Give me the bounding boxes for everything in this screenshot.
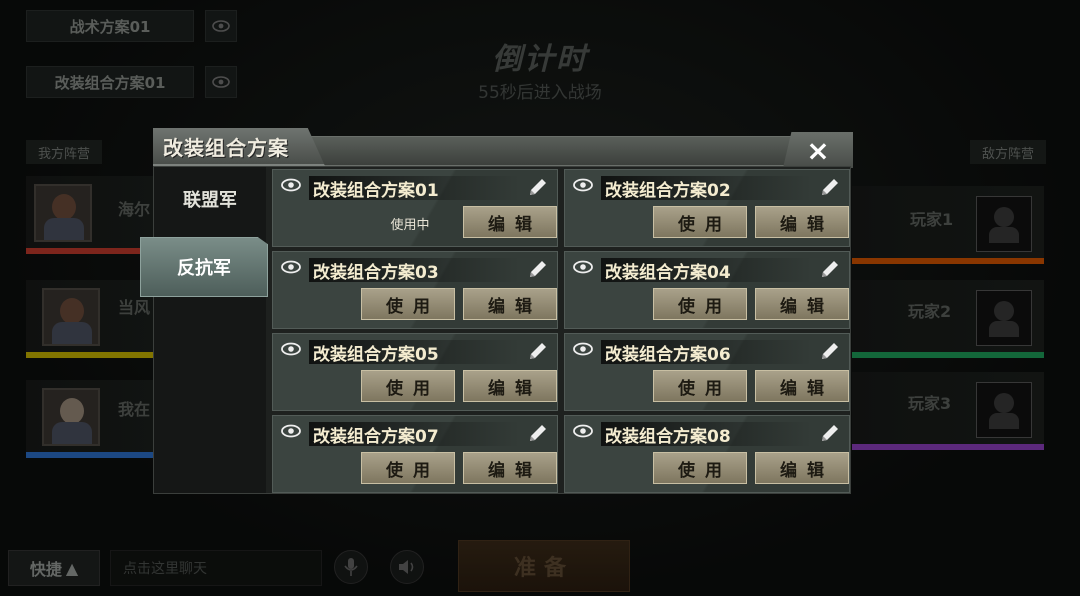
in-use-label: 使用中	[390, 218, 430, 233]
plan-card: 改装组合方案01 使用中 编辑	[272, 169, 558, 247]
pencil-icon[interactable]	[819, 340, 841, 362]
tab-label: 联盟军	[183, 190, 237, 211]
eye-icon[interactable]	[281, 424, 301, 438]
plan-name: 改装组合方案08	[605, 427, 731, 447]
plan-name: 改装组合方案03	[313, 263, 439, 283]
tab-label: 反抗军	[177, 258, 231, 279]
eye-icon[interactable]	[573, 342, 593, 356]
modal-title: 改装组合方案	[163, 136, 289, 160]
eye-icon[interactable]	[281, 342, 301, 356]
faction-tabs: 联盟军 反抗军	[140, 167, 268, 493]
eye-icon[interactable]	[573, 178, 593, 192]
close-button[interactable]: ×	[783, 132, 853, 168]
plan-name: 改装组合方案04	[605, 263, 731, 283]
use-button[interactable]: 使用	[653, 452, 747, 484]
plan-card: 改装组合方案04 使用 编辑	[564, 251, 850, 329]
edit-button[interactable]: 编辑	[755, 206, 849, 238]
use-label: 使用	[678, 460, 732, 481]
edit-button[interactable]: 编辑	[463, 206, 557, 238]
pencil-icon[interactable]	[527, 176, 549, 198]
edit-button[interactable]: 编辑	[463, 452, 557, 484]
tab-resistance[interactable]: 反抗军	[140, 237, 268, 297]
plan-card: 改装组合方案08 使用 编辑	[564, 415, 850, 493]
use-label: 使用	[386, 460, 440, 481]
plan-name: 改装组合方案02	[605, 181, 731, 201]
use-label: 使用	[678, 214, 732, 235]
use-button[interactable]: 使用	[361, 452, 455, 484]
edit-button[interactable]: 编辑	[463, 288, 557, 320]
mod-plan-modal: 改装组合方案 × 联盟军 反抗军 改装组合方案01 使用中 编辑 改装组合方案0…	[140, 128, 853, 494]
eye-icon[interactable]	[281, 260, 301, 274]
close-icon: ×	[806, 133, 830, 167]
plan-name: 改装组合方案01	[313, 181, 439, 201]
modal-title-tab: 改装组合方案	[153, 128, 325, 166]
use-button[interactable]: 使用	[361, 370, 455, 402]
edit-label: 编辑	[780, 296, 834, 317]
use-label: 使用	[386, 296, 440, 317]
eye-icon[interactable]	[573, 424, 593, 438]
use-button[interactable]: 使用	[361, 288, 455, 320]
plan-name: 改装组合方案05	[313, 345, 439, 365]
eye-icon[interactable]	[573, 260, 593, 274]
edit-label: 编辑	[780, 214, 834, 235]
edit-label: 编辑	[488, 378, 542, 399]
edit-label: 编辑	[488, 296, 542, 317]
plan-card: 改装组合方案07 使用 编辑	[272, 415, 558, 493]
use-button[interactable]: 使用	[653, 288, 747, 320]
plan-card: 改装组合方案02 使用 编辑	[564, 169, 850, 247]
pencil-icon[interactable]	[819, 176, 841, 198]
pencil-icon[interactable]	[527, 258, 549, 280]
pencil-icon[interactable]	[819, 422, 841, 444]
edit-button[interactable]: 编辑	[755, 452, 849, 484]
edit-label: 编辑	[780, 460, 834, 481]
use-label: 使用	[386, 378, 440, 399]
edit-label: 编辑	[488, 214, 542, 235]
pencil-icon[interactable]	[527, 422, 549, 444]
edit-button[interactable]: 编辑	[463, 370, 557, 402]
pencil-icon[interactable]	[819, 258, 841, 280]
modal-body: 联盟军 反抗军 改装组合方案01 使用中 编辑 改装组合方案02 使用 编辑 改…	[140, 166, 851, 494]
tab-alliance[interactable]: 联盟军	[154, 169, 266, 229]
plan-name: 改装组合方案07	[313, 427, 439, 447]
use-label: 使用	[678, 296, 732, 317]
edit-label: 编辑	[780, 378, 834, 399]
plan-name: 改装组合方案06	[605, 345, 731, 365]
edit-button[interactable]: 编辑	[755, 288, 849, 320]
use-button[interactable]: 使用	[653, 370, 747, 402]
eye-icon[interactable]	[281, 178, 301, 192]
edit-label: 编辑	[488, 460, 542, 481]
plan-card: 改装组合方案06 使用 编辑	[564, 333, 850, 411]
edit-button[interactable]: 编辑	[755, 370, 849, 402]
plan-card: 改装组合方案03 使用 编辑	[272, 251, 558, 329]
use-button[interactable]: 使用	[653, 206, 747, 238]
use-label: 使用	[678, 378, 732, 399]
pencil-icon[interactable]	[527, 340, 549, 362]
plan-card: 改装组合方案05 使用 编辑	[272, 333, 558, 411]
